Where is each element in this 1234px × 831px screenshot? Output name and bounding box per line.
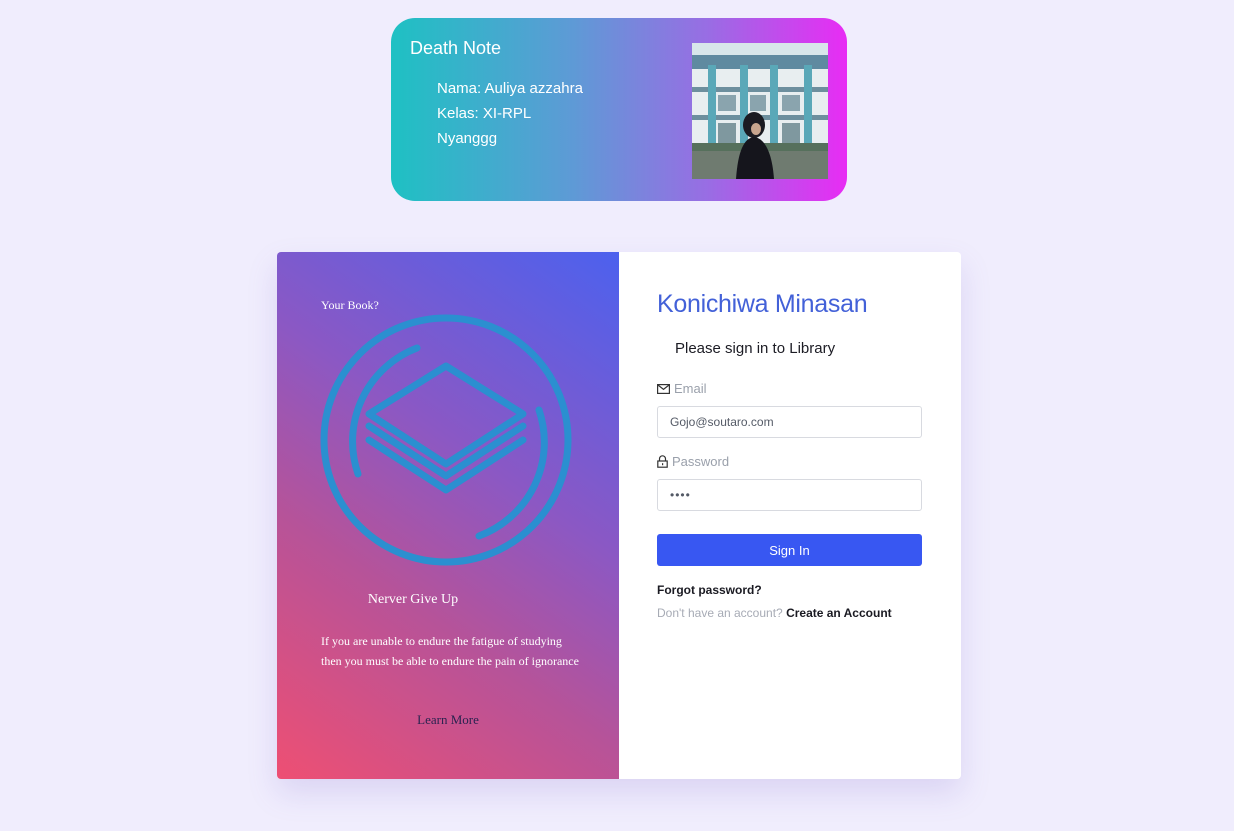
profile-class: Kelas: XI-RPL (437, 105, 532, 122)
lock-icon (657, 455, 668, 468)
profile-card: Death Note Nama: Auliya azzahra Kelas: X… (391, 18, 847, 201)
profile-photo-image (692, 43, 828, 179)
profile-name: Nama: Auliya azzahra (437, 80, 583, 97)
profile-photo (692, 43, 828, 179)
password-label: Password (657, 454, 729, 469)
create-account-link[interactable]: Create an Account (786, 606, 892, 620)
profile-extra: Nyanggg (437, 130, 498, 147)
login-form-panel: Konichiwa Minasan Please sign in to Libr… (619, 252, 961, 779)
signin-subtitle: Please sign in to Library (675, 340, 836, 357)
no-account-line: Don't have an account? Create an Account (657, 606, 892, 620)
no-account-text: Don't have an account? (657, 606, 783, 620)
promo-quote: If you are unable to endure the fatigue … (321, 634, 579, 668)
promo-panel: Your Book? Nerver Give Up If you are una… (277, 252, 619, 779)
profile-title: Death Note (410, 38, 502, 58)
promo-quote-title: Nerver Give Up (367, 592, 459, 607)
password-field[interactable] (657, 479, 922, 511)
profile-details: Nama: Auliya azzahra Kelas: XI-RPL Nyang… (437, 76, 583, 151)
login-card: Your Book? Nerver Give Up If you are una… (277, 252, 961, 779)
sign-in-button[interactable]: Sign In (657, 534, 922, 566)
learn-more-link[interactable]: Learn More (277, 712, 619, 728)
email-label: Email (657, 381, 707, 396)
forgot-password-link[interactable]: Forgot password? (657, 583, 762, 597)
book-stack-icon (320, 314, 572, 566)
password-label-text: Password (672, 454, 730, 469)
promo-question: Your Book? (321, 298, 379, 312)
greeting-title: Konichiwa Minasan (657, 290, 868, 318)
envelope-icon (657, 383, 670, 394)
email-label-text: Email (674, 381, 707, 396)
email-field[interactable] (657, 406, 922, 438)
